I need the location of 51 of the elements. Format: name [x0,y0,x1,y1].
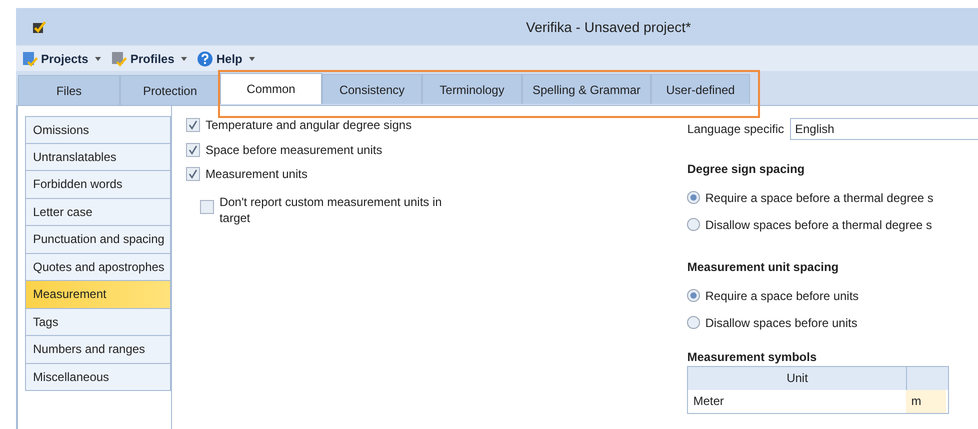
app-logo-icon [32,20,46,34]
radio-label: Disallow spaces before units [705,316,858,330]
checkbox[interactable] [186,142,200,156]
section-heading: Measurement unit spacing [687,260,840,274]
menu-item[interactable]: Projects [20,50,104,66]
tab[interactable]: User-defined [651,74,750,104]
grid-check-icon [111,50,128,66]
window-title: Verifika - Unsaved project* [526,18,691,34]
checkbox-label: Don't report custom measurement units in target [219,194,443,226]
table-cell: m [906,390,946,413]
sidebar-item[interactable]: Letter case [25,198,172,226]
document-check-icon [22,50,38,66]
sidebar-item[interactable]: Tags [25,308,172,336]
section-heading: Measurement symbols [687,350,818,364]
sidebar-item[interactable]: Numbers and ranges [25,336,172,364]
tab[interactable]: Consistency [322,74,422,104]
table-cell-text: Meter [692,393,725,410]
checkbox[interactable] [186,118,200,132]
tab[interactable]: Files [18,75,120,105]
caret-icon [249,56,256,60]
menu-item[interactable]: Profiles [109,50,190,66]
checkbox-label: Measurement units [205,167,308,181]
tab[interactable]: Terminology [422,74,522,104]
radio-label: Require a space before units [705,288,859,302]
tab[interactable]: Spelling & Grammar [522,74,651,104]
sidebar-item[interactable]: Omissions [25,116,172,144]
tab[interactable]: Protection [120,75,220,105]
radio-button[interactable] [687,289,700,302]
field-label: Language specific [687,122,784,136]
checkbox-label: Space before measurement units [205,142,382,156]
sidebar-item[interactable]: Quotes and apostrophes [25,254,172,281]
sidebar-item[interactable]: Punctuation and spacing [25,226,172,254]
sidebar-item[interactable]: Measurement [25,281,172,308]
tab[interactable]: Common [220,73,322,104]
caret-icon [181,56,188,60]
sidebar-item[interactable]: Forbidden words [25,171,172,198]
radio-label: Require a space before a thermal degree s [705,190,934,204]
help-icon [197,50,214,66]
radio-button[interactable] [687,191,700,204]
section-heading: Degree sign spacing [687,162,806,176]
caret-icon [95,56,102,60]
radio-button[interactable] [687,218,700,231]
language-dropdown[interactable]: English [790,118,978,140]
checkbox[interactable] [186,167,200,181]
checkbox-label: Temperature and angular degree signs [205,118,412,132]
radio-button[interactable] [687,316,700,329]
sidebar-item[interactable]: Untranslatables [25,144,172,171]
radio-label: Disallow spaces before a thermal degree s [705,218,932,232]
menu-item[interactable]: Help [195,50,258,66]
sidebar-item[interactable]: Miscellaneous [25,364,172,391]
checkbox[interactable] [200,200,214,214]
